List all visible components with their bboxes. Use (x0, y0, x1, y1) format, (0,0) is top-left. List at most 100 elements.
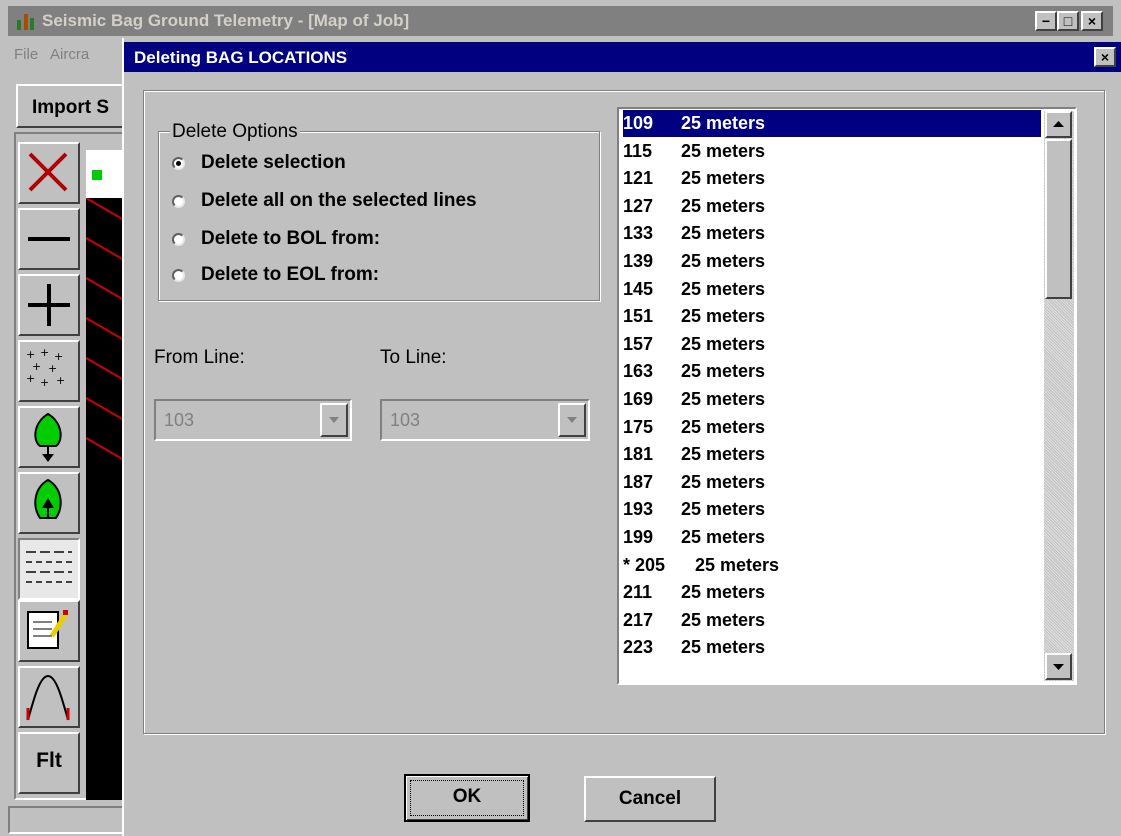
tree-down-icon (20, 412, 78, 470)
list-item[interactable]: 169 25 meters (623, 386, 1043, 413)
list-item[interactable]: 109 25 meters (623, 110, 1041, 137)
list-item[interactable]: 121 25 meters (623, 165, 1043, 192)
radio-unselected[interactable] (172, 194, 185, 208)
list-item-number: 121 (623, 168, 654, 189)
notes-tool-button[interactable] (18, 600, 80, 662)
list-item[interactable]: 157 25 meters (623, 331, 1043, 358)
lines-tool-button[interactable] (18, 538, 80, 600)
list-item[interactable]: 163 25 meters (623, 358, 1043, 385)
to-line-value: 103 (390, 410, 421, 430)
bag-locations-list[interactable]: 109 25 meters 115 25 meters 121 25 meters 127 2… (617, 107, 1077, 685)
arrow-down-icon (1047, 664, 1070, 682)
list-item-text: 25 meters (681, 389, 766, 409)
list-item[interactable]: 145 25 meters (623, 276, 1043, 303)
radio-selected[interactable] (172, 156, 185, 170)
delete-tool-button[interactable] (18, 142, 80, 204)
remove-tool-button[interactable] (18, 208, 80, 270)
maximize-button[interactable]: □ (1057, 11, 1079, 31)
app-title: Seismic Bag Ground Telemetry - [Map of J… (42, 11, 410, 30)
list-item[interactable]: 211 25 meters (623, 579, 1043, 606)
list-item-number: 199 (623, 527, 654, 547)
list-item[interactable]: 139 25 meters (623, 248, 1043, 275)
curve-tool-button[interactable] (18, 666, 80, 728)
option-delete-to-bol[interactable]: Delete to BOL from: (172, 225, 380, 253)
list-item-text: 25 meters (681, 168, 766, 189)
list-item-number: 157 (623, 333, 654, 354)
scatter-tool-button[interactable]: + + + + + + + + (18, 340, 80, 402)
dialog-title: Deleting BAG LOCATIONS (134, 48, 348, 67)
add-tool-button[interactable] (18, 274, 80, 336)
list-item-number: 169 (623, 389, 654, 409)
minus-icon (20, 237, 78, 272)
from-line-dropdown-button[interactable] (320, 403, 348, 437)
list-item[interactable]: 193 25 meters (623, 496, 1043, 523)
option-label: Delete all on the selected lines (201, 190, 477, 211)
list-item-text: 25 meters (681, 333, 766, 354)
scroll-up-button[interactable] (1045, 111, 1072, 138)
curve-icon (20, 674, 78, 730)
from-line-label: From Line: (154, 347, 245, 368)
vertical-scrollbar[interactable] (1044, 111, 1074, 681)
list-item[interactable]: 223 25 meters (623, 634, 1043, 661)
minimize-button[interactable]: − (1035, 11, 1057, 31)
to-line-dropdown-button[interactable] (558, 403, 586, 437)
import-button-label: Import S (32, 97, 110, 118)
to-line-select[interactable]: 103 (380, 399, 590, 441)
list-item-number: 133 (623, 223, 654, 244)
menu-file[interactable]: File (14, 46, 38, 63)
tree-up-button[interactable] (18, 472, 80, 534)
close-app-button[interactable]: × (1081, 11, 1103, 31)
list-item-text: 25 meters (681, 527, 766, 547)
list-item-text: 25 meters (681, 140, 766, 161)
list-item[interactable]: 175 25 meters (623, 414, 1043, 441)
list-item-text: 25 meters (681, 444, 766, 465)
option-label: Delete selection (201, 152, 346, 173)
list-item-number: 139 (623, 251, 654, 271)
scroll-thumb[interactable] (1045, 139, 1072, 299)
option-delete-to-eol[interactable]: Delete to EOL from: (172, 261, 379, 289)
app-title-bar: Seismic Bag Ground Telemetry - [Map of J… (8, 6, 1113, 36)
list-item[interactable]: 133 25 meters (623, 220, 1043, 247)
list-item-number: 217 (623, 609, 654, 630)
chevron-down-icon (560, 417, 584, 439)
option-delete-all-lines[interactable]: Delete all on the selected lines (172, 187, 477, 215)
map-canvas (86, 198, 124, 800)
list-item[interactable]: 199 25 meters (623, 524, 1043, 551)
list-item-number: 181 (623, 444, 654, 465)
plus-icon (20, 284, 78, 338)
list-item[interactable]: 181 25 meters (623, 441, 1043, 468)
dialog-close-button[interactable]: × (1094, 47, 1116, 67)
list-item-text: 25 meters (681, 416, 766, 437)
delete-options-title: Delete Options (170, 121, 300, 143)
radio-unselected[interactable] (172, 268, 185, 282)
scatter-points-icon: + + + + + + + + (20, 346, 78, 404)
list-item[interactable]: * 205 25 meters (623, 552, 1043, 579)
tree-down-button[interactable] (18, 406, 80, 468)
map-area (86, 150, 124, 800)
import-button[interactable]: Import S (16, 84, 136, 128)
option-delete-selection[interactable]: Delete selection (172, 149, 346, 177)
menu-aircraft[interactable]: Aircra (50, 46, 89, 63)
red-x-icon (20, 152, 78, 206)
list-item[interactable]: 115 25 meters (623, 138, 1043, 165)
list-item-text: 25 meters (681, 278, 766, 299)
scroll-down-button[interactable] (1045, 653, 1072, 680)
svg-text:+: + (26, 372, 35, 385)
chevron-down-icon (322, 417, 346, 439)
from-line-select[interactable]: 103 (154, 399, 352, 441)
list-item[interactable]: 187 25 meters (623, 469, 1043, 496)
flt-button[interactable]: Flt (18, 732, 80, 794)
tree-up-icon (20, 478, 78, 536)
ok-button[interactable]: OK (404, 774, 530, 822)
list-item-number: 223 (623, 637, 654, 658)
dialog-content-frame: Delete Options Delete selection Delete a… (143, 90, 1105, 734)
from-line-value: 103 (164, 410, 195, 430)
radio-unselected[interactable] (172, 232, 185, 246)
option-label: Delete to EOL from: (201, 264, 380, 285)
list-item-text: 25 meters (681, 582, 766, 603)
list-item[interactable]: 217 25 meters (623, 607, 1043, 634)
cancel-button[interactable]: Cancel (584, 776, 716, 822)
list-item[interactable]: 127 25 meters (623, 193, 1043, 220)
list-item[interactable]: 151 25 meters (623, 303, 1043, 330)
option-label: Delete to BOL from: (201, 228, 381, 249)
